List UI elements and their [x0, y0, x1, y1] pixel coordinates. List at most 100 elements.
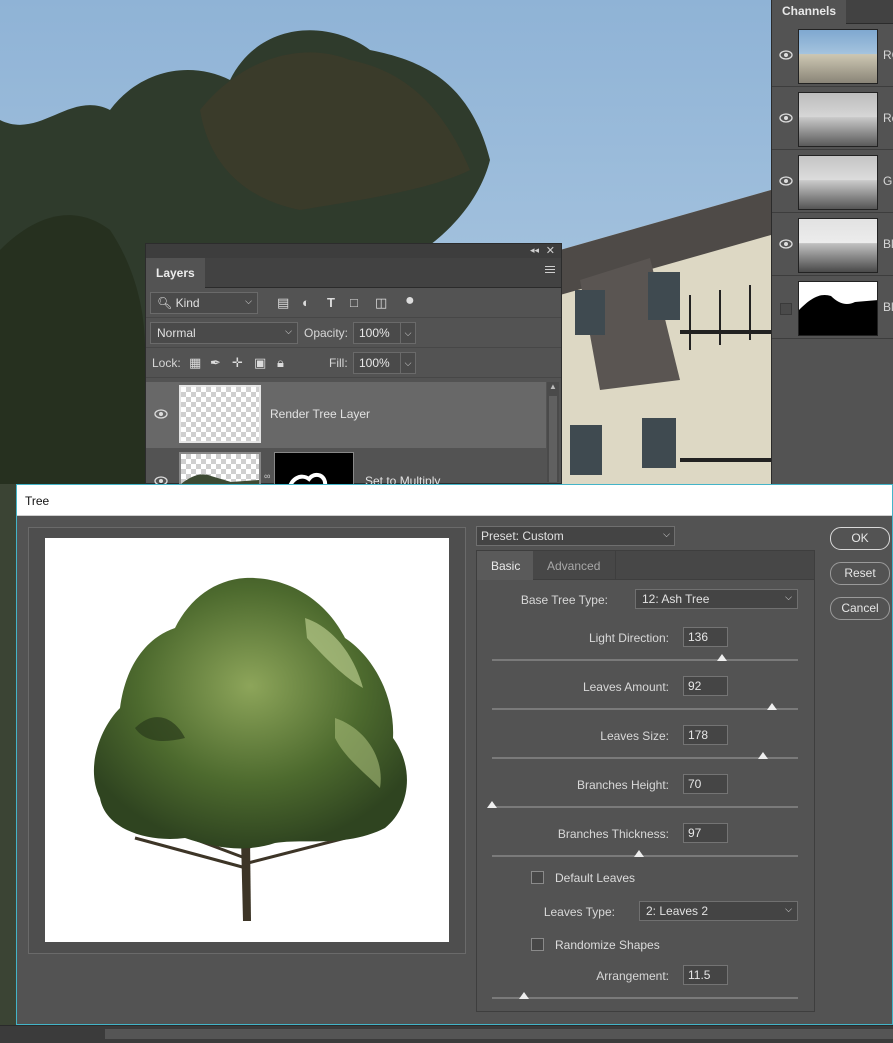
channel-row-blue[interactable]: Bl: [772, 213, 893, 276]
arrangement-label: Arrangement:: [596, 969, 669, 983]
param-value-input[interactable]: 178: [683, 725, 728, 745]
panel-menu-icon[interactable]: [545, 266, 555, 275]
eye-icon[interactable]: [779, 113, 793, 123]
default-leaves-checkbox[interactable]: [531, 871, 544, 884]
filter-kind-select[interactable]: 🔍︎ Kind ⌵: [150, 292, 258, 314]
layers-scrollbar[interactable]: ▲: [547, 382, 559, 482]
channel-label: Bl: [883, 300, 893, 314]
blend-row: Normal ⌵ Opacity: 100% ⌵: [146, 318, 561, 348]
lock-row: Lock: ▦ ✒ ✛ ▣ 🔒︎ Fill: 100% ⌵: [146, 348, 561, 378]
layer-row-render-tree[interactable]: Render Tree Layer: [146, 382, 546, 448]
layers-panel: ◂◂ ✕ Layers 🔍︎ Kind ⌵ ▤ ◐ T □ ◫ ● Normal…: [145, 243, 562, 485]
layer-thumbnail: [179, 385, 261, 443]
tab-advanced[interactable]: Advanced: [533, 551, 616, 580]
param-slider-track[interactable]: [492, 806, 798, 808]
filter-toggle-icon[interactable]: ●: [405, 292, 415, 310]
lock-transparent-pixels-icon[interactable]: ▦: [189, 355, 201, 371]
layer-mask-thumbnail[interactable]: [274, 452, 354, 485]
channel-thumbnail: [798, 281, 878, 336]
eye-icon[interactable]: [779, 50, 793, 60]
smart-object-filter-icon[interactable]: ◫: [375, 295, 387, 311]
lock-all-icon[interactable]: 🔒︎: [277, 355, 284, 371]
cancel-button[interactable]: Cancel: [830, 597, 890, 620]
param-slider-knob[interactable]: [766, 703, 777, 710]
param-slider-knob[interactable]: [487, 801, 497, 808]
shape-filter-icon[interactable]: □: [350, 295, 358, 310]
channel-label: Gr: [883, 174, 893, 188]
layer-thumbnail: [179, 452, 261, 485]
layer-row-multiply[interactable]: ∞ Set to Multiply: [146, 449, 546, 485]
channel-row-alpha[interactable]: Bl: [772, 276, 893, 339]
param-label: Leaves Amount:: [582, 680, 669, 694]
arrangement-slider-knob[interactable]: [519, 992, 530, 999]
fill-input[interactable]: 100%: [353, 352, 402, 374]
randomize-shapes-checkbox[interactable]: [531, 938, 544, 951]
channel-thumbnail: [798, 218, 878, 273]
tree-preview-frame: [28, 527, 466, 954]
settings-tabs: Basic Advanced Base Tree Type: 12: Ash T…: [476, 550, 815, 1012]
param-slider-track[interactable]: [492, 659, 798, 661]
collapse-icon[interactable]: ◂◂: [530, 245, 539, 256]
param-value-input[interactable]: 136: [683, 627, 728, 647]
param-slider-track[interactable]: [492, 855, 798, 857]
close-icon[interactable]: ✕: [546, 244, 555, 257]
reset-button[interactable]: Reset: [830, 562, 890, 585]
visibility-toggle[interactable]: [780, 303, 792, 315]
base-tree-type-label: Base Tree Type:: [520, 593, 608, 607]
opacity-dropdown-button[interactable]: ⌵: [400, 322, 416, 344]
preset-select[interactable]: Preset: Custom ⌵: [476, 526, 675, 546]
tab-basic[interactable]: Basic: [477, 551, 533, 580]
type-filter-icon[interactable]: T: [327, 295, 335, 310]
eye-icon[interactable]: [779, 176, 793, 186]
fill-dropdown-button[interactable]: ⌵: [400, 352, 416, 374]
lock-image-pixels-icon[interactable]: ✒: [210, 355, 221, 371]
lock-label: Lock:: [152, 356, 181, 370]
eye-icon[interactable]: [779, 239, 793, 249]
lock-position-icon[interactable]: ✛: [232, 355, 243, 371]
adjustment-filter-icon[interactable]: ◐: [302, 295, 310, 310]
channel-row-rgb[interactable]: RG: [772, 24, 893, 87]
channel-row-red[interactable]: Re: [772, 87, 893, 150]
chevron-up-icon[interactable]: ▲: [549, 382, 557, 391]
layer-name: Render Tree Layer: [270, 407, 371, 421]
horizontal-scrollbar[interactable]: [0, 1025, 893, 1043]
link-icon[interactable]: ∞: [264, 471, 270, 481]
base-tree-type-select[interactable]: 12: Ash Tree ⌵: [635, 589, 798, 609]
randomize-shapes-label: Randomize Shapes: [555, 938, 660, 952]
param-value-input[interactable]: 70: [683, 774, 728, 794]
fill-label: Fill:: [329, 356, 348, 370]
opacity-input[interactable]: 100%: [353, 322, 402, 344]
blend-mode-select[interactable]: Normal ⌵: [150, 322, 298, 344]
tab-channels[interactable]: Channels: [772, 0, 847, 24]
tab-layers[interactable]: Layers: [146, 258, 205, 288]
channels-panel: Channels RG Re Gr Bl Bl: [771, 0, 893, 484]
default-leaves-label: Default Leaves: [555, 871, 636, 885]
channel-label: Bl: [883, 237, 893, 251]
param-value-input[interactable]: 92: [683, 676, 728, 696]
channel-row-green[interactable]: Gr: [772, 150, 893, 213]
ok-button[interactable]: OK: [830, 527, 890, 550]
chevron-down-icon: ⌵: [785, 904, 792, 914]
param-slider-knob[interactable]: [716, 654, 727, 661]
param-value-input[interactable]: 97: [683, 823, 728, 843]
image-filter-icon[interactable]: ▤: [277, 295, 289, 311]
search-icon: 🔍︎: [157, 296, 173, 310]
arrangement-slider-track[interactable]: [492, 997, 798, 999]
param-slider-track[interactable]: [492, 757, 798, 759]
leaves-type-select[interactable]: 2: Leaves 2 ⌵: [639, 901, 798, 921]
param-label: Branches Thickness:: [557, 827, 669, 841]
param-slider-track[interactable]: [492, 708, 798, 710]
chevron-down-icon: ⌵: [285, 326, 292, 336]
channel-thumbnail: [798, 155, 878, 210]
arrangement-input[interactable]: 11.5: [683, 965, 728, 985]
leaves-type-value: 2: Leaves 2: [646, 904, 709, 918]
param-slider-knob[interactable]: [633, 850, 644, 857]
channel-thumbnail: [798, 29, 878, 84]
chevron-down-icon: ⌵: [785, 592, 792, 602]
blend-mode-label: Normal: [157, 326, 196, 340]
opacity-label: Opacity:: [304, 326, 349, 340]
param-slider-knob[interactable]: [757, 752, 768, 759]
param-label: Branches Height:: [576, 778, 669, 792]
lock-artboard-icon[interactable]: ▣: [254, 355, 266, 371]
eye-icon[interactable]: [154, 409, 168, 419]
